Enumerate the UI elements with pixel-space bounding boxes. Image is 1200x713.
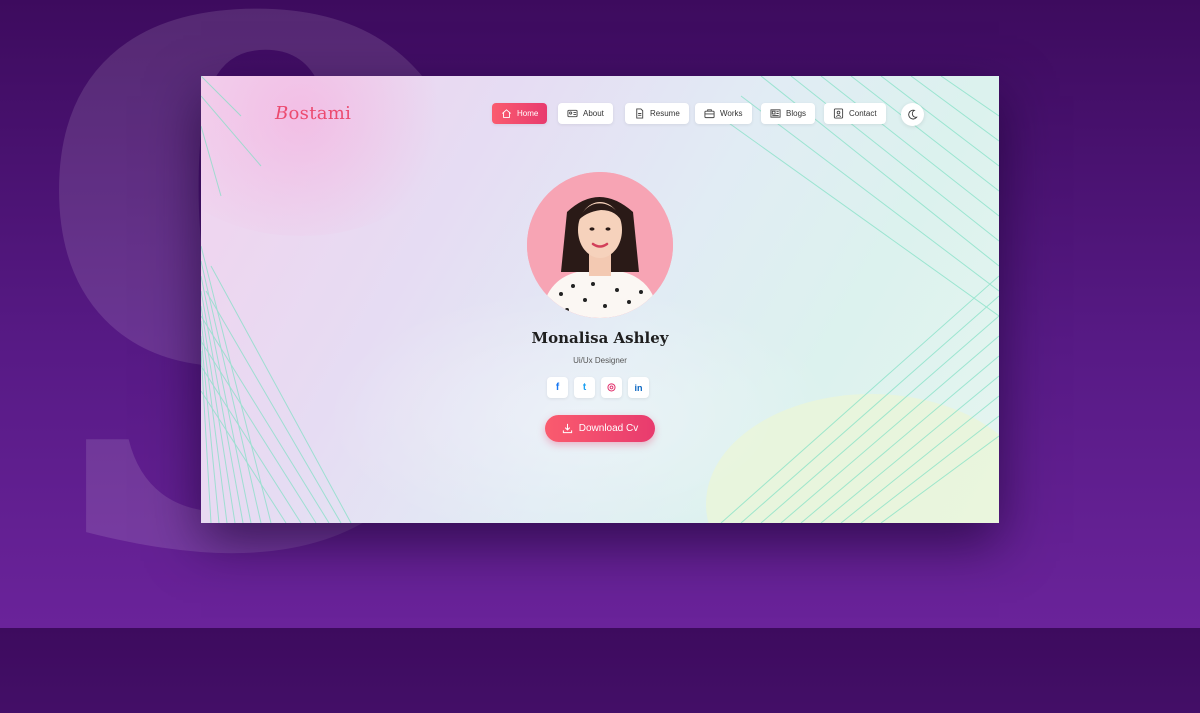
nav-label: Blogs (786, 109, 807, 118)
profile-role: Ui/Ux Designer (573, 356, 627, 365)
nav-label: Resume (650, 109, 680, 118)
nav-label: Home (517, 109, 539, 118)
nav-works[interactable]: Works (695, 103, 752, 124)
contact-icon (833, 108, 844, 119)
id-card-icon (567, 109, 578, 118)
nav-label: Works (720, 109, 743, 118)
nav-label: About (583, 109, 604, 118)
nav-contact[interactable]: Contact (824, 103, 886, 124)
social-links: f t ◎ in (547, 377, 649, 398)
website-preview: Bostami Home About Resume Works Blogs Co… (201, 76, 999, 523)
nav-resume[interactable]: Resume (625, 103, 689, 124)
twitter-icon[interactable]: t (574, 377, 595, 398)
linkedin-icon[interactable]: in (628, 377, 649, 398)
facebook-icon[interactable]: f (547, 377, 568, 398)
download-icon (562, 423, 572, 434)
home-icon (502, 109, 511, 118)
moon-icon (908, 109, 918, 120)
briefcase-icon (704, 109, 715, 119)
nav-home[interactable]: Home (492, 103, 548, 124)
nav-about[interactable]: About (558, 103, 613, 124)
download-cv-button[interactable]: Download Cv (545, 415, 655, 442)
profile-name: Monalisa Ashley (531, 329, 669, 347)
nav-label: Contact (849, 109, 877, 118)
main-nav: Home About Resume Works Blogs Contact (201, 103, 999, 125)
profile-avatar (527, 172, 673, 318)
theme-toggle-button[interactable] (901, 103, 924, 126)
newspaper-icon (770, 109, 781, 118)
document-icon (636, 108, 644, 119)
nav-blogs[interactable]: Blogs (761, 103, 816, 124)
profile-photo (527, 172, 673, 318)
instagram-icon[interactable]: ◎ (601, 377, 622, 398)
download-cv-label: Download Cv (578, 423, 639, 434)
